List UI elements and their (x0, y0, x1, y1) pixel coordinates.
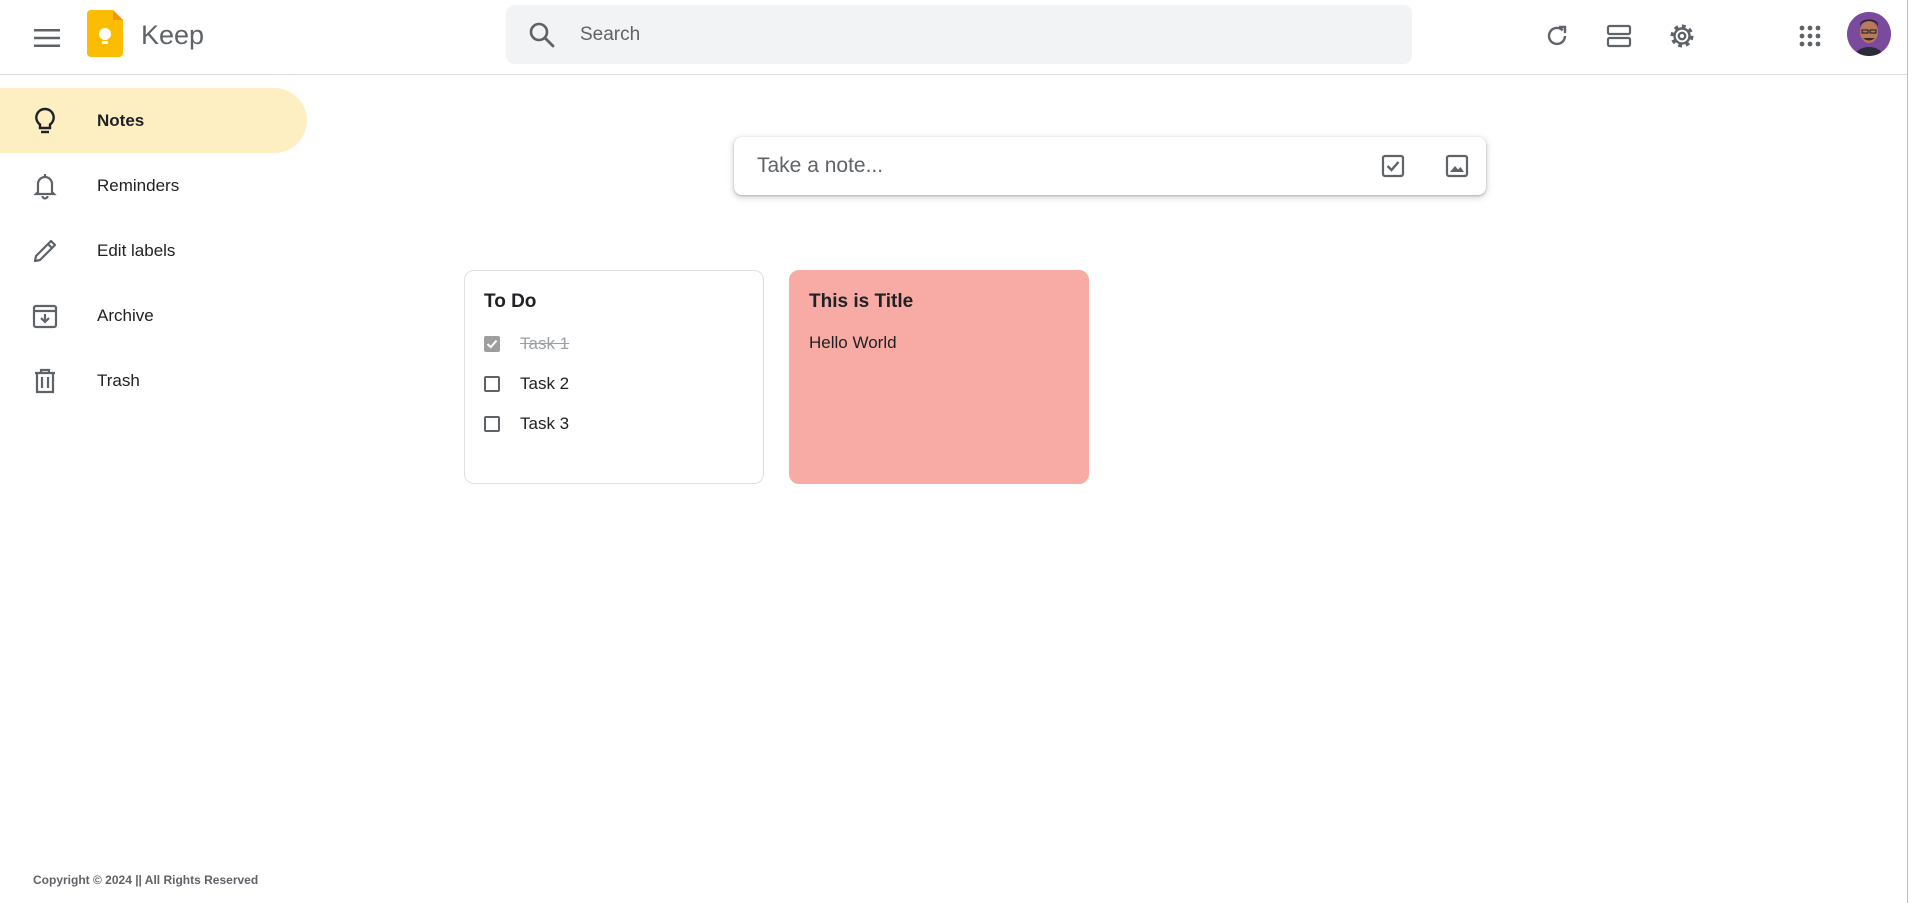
refresh-icon (1547, 25, 1567, 46)
check-icon (486, 339, 498, 349)
sidebar-item-edit-labels[interactable]: Edit labels (0, 218, 307, 283)
settings-button[interactable] (1660, 14, 1704, 58)
app-name: Keep (141, 20, 205, 50)
refresh-button[interactable] (1535, 14, 1579, 58)
bell-icon (33, 174, 57, 200)
search-input[interactable] (580, 19, 1380, 51)
list-view-icon (1606, 24, 1632, 48)
trash-icon (35, 368, 55, 394)
list-item: Task 1 (484, 331, 569, 357)
sidebar-item-label: Notes (97, 110, 145, 130)
keep-logo-icon (87, 10, 123, 57)
avatar[interactable] (1847, 12, 1891, 56)
take-note-bar[interactable] (734, 137, 1486, 195)
task-label: Task 1 (520, 334, 570, 353)
hamburger-menu-icon (34, 29, 60, 47)
apps-grid-icon (1799, 25, 1821, 47)
copyright-footer: Copyright © 2024 || All Rights Reserved (33, 873, 259, 887)
list-item: Task 3 (484, 411, 569, 437)
archive-icon (32, 304, 58, 329)
sidebar-item-label: Archive (97, 305, 154, 325)
pencil-icon (33, 239, 57, 263)
sidebar-item-label: Reminders (97, 175, 180, 195)
note-body: Hello World (809, 333, 897, 352)
search-icon[interactable] (528, 21, 556, 49)
sidebar-item-label: Edit labels (97, 240, 176, 260)
user-avatar-icon (1847, 12, 1891, 56)
note-title: To Do (484, 291, 537, 312)
list-item: Task 2 (484, 371, 569, 397)
task-checkbox[interactable] (484, 336, 500, 352)
new-image-note-button[interactable] (1437, 146, 1477, 186)
keep-app: Keep Search Notes Reminders Edit labels … (0, 0, 1912, 903)
sidebar-item-reminders[interactable]: Reminders (0, 153, 307, 218)
scrollbar-edge (1907, 0, 1908, 903)
checkbox-icon (1381, 154, 1405, 178)
task-checkbox[interactable] (484, 416, 500, 432)
sidebar-item-label: Trash (97, 370, 140, 390)
main-menu-button[interactable] (25, 16, 69, 60)
note-card-todo[interactable]: To Do Task 1 Task 2 Task 3 (464, 270, 764, 484)
note-card-title[interactable]: This is Title Hello World (789, 270, 1089, 484)
search-bar[interactable] (506, 5, 1412, 64)
list-view-button[interactable] (1597, 14, 1641, 58)
top-app-bar: Keep (0, 0, 1908, 75)
google-apps-button[interactable] (1788, 14, 1832, 58)
sidebar-item-notes[interactable]: Notes (0, 88, 307, 153)
take-note-input[interactable] (757, 150, 1317, 182)
sidebar-item-trash[interactable]: Trash (0, 348, 307, 413)
new-list-button[interactable] (1373, 146, 1413, 186)
gear-icon (1670, 24, 1694, 48)
task-checkbox[interactable] (484, 376, 500, 392)
image-icon (1445, 154, 1469, 178)
lightbulb-icon (35, 107, 55, 134)
note-title: This is Title (809, 291, 914, 312)
sidebar-item-archive[interactable]: Archive (0, 283, 307, 348)
task-label: Task 3 (520, 414, 570, 433)
navigation-drawer: Notes Reminders Edit labels Archive Tras… (0, 88, 307, 413)
task-label: Task 2 (520, 374, 570, 393)
